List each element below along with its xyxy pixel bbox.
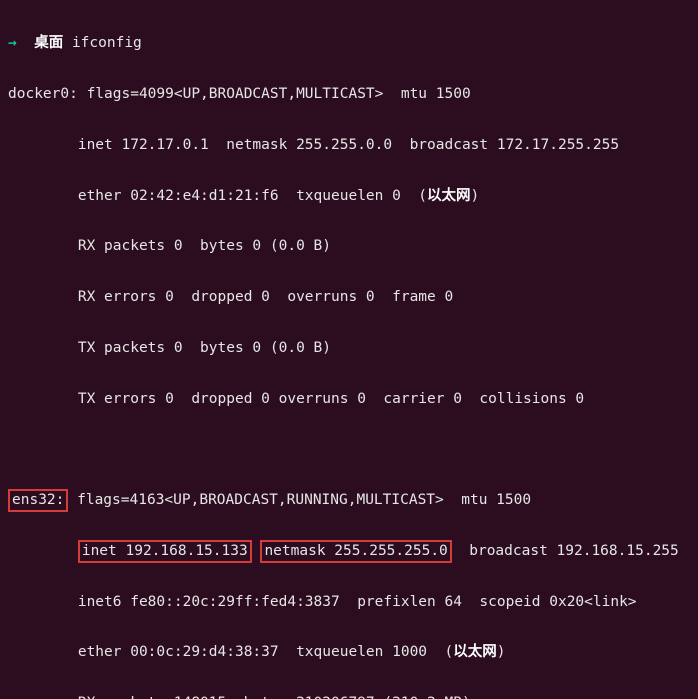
ens32-inet-highlight: inet 192.168.15.133 — [78, 540, 252, 563]
docker0-inet: inet 172.17.0.1 netmask 255.255.0.0 broa… — [8, 133, 690, 158]
docker0-ether-cjk: 以太网 — [427, 188, 471, 204]
docker0-ether: ether 02:42:e4:d1:21:f6 txqueuelen 0 (以太… — [8, 184, 690, 209]
blank-1 — [8, 437, 690, 462]
prompt-arrow: → — [8, 35, 17, 51]
ens32-netmask-highlight: netmask 255.255.255.0 — [260, 540, 451, 563]
docker0-rx-errors: RX errors 0 dropped 0 overruns 0 frame 0 — [8, 285, 690, 310]
ens32-name-highlight: ens32: — [8, 489, 68, 512]
prompt-line: → 桌面 ifconfig — [8, 31, 690, 56]
docker0-tx-packets: TX packets 0 bytes 0 (0.0 B) — [8, 336, 690, 361]
docker0-ether-c: ) — [471, 188, 480, 204]
ens32-header: ens32: flags=4163<UP,BROADCAST,RUNNING,M… — [8, 488, 690, 513]
ens32-ether-a: ether 00:0c:29:d4:38:37 txqueuelen 1000 … — [8, 644, 453, 660]
docker0-ether-a: ether 02:42:e4:d1:21:f6 txqueuelen 0 ( — [8, 188, 427, 204]
prompt-cwd: 桌面 — [34, 35, 63, 51]
docker0-tx-errors: TX errors 0 dropped 0 overruns 0 carrier… — [8, 387, 690, 412]
prompt-command: ifconfig — [72, 35, 142, 51]
ens32-rx-packets: RX packets 148015 bytes 210206797 (210.2… — [8, 691, 690, 699]
docker0-rx-packets: RX packets 0 bytes 0 (0.0 B) — [8, 234, 690, 259]
ens32-inet: inet 192.168.15.133 netmask 255.255.255.… — [8, 539, 690, 564]
ens32-inet6: inet6 fe80::20c:29ff:fed4:3837 prefixlen… — [8, 590, 690, 615]
ens32-ether: ether 00:0c:29:d4:38:37 txqueuelen 1000 … — [8, 640, 690, 665]
ens32-header-rest: flags=4163<UP,BROADCAST,RUNNING,MULTICAS… — [68, 492, 531, 508]
terminal-output[interactable]: → 桌面 ifconfig docker0: flags=4099<UP,BRO… — [0, 0, 698, 699]
ens32-ether-cjk: 以太网 — [453, 644, 497, 660]
docker0-header: docker0: flags=4099<UP,BROADCAST,MULTICA… — [8, 82, 690, 107]
ens32-broadcast: broadcast 192.168.15.255 — [452, 543, 679, 559]
ens32-ether-c: ) — [497, 644, 506, 660]
